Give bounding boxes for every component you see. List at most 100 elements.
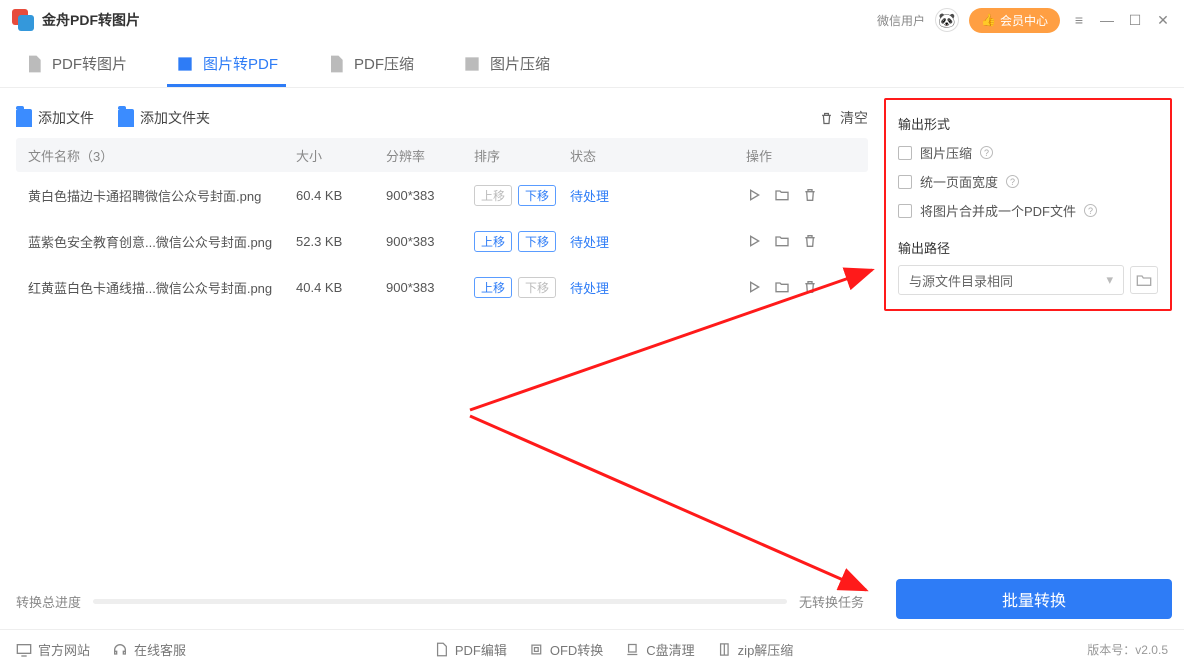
table-row: 黄白色描边卡通招聘微信公众号封面.png60.4 KB900*383上移下移待处… [16,172,868,218]
option-width[interactable]: 统一页面宽度 ? [898,172,1158,191]
add-file-label: 添加文件 [38,108,94,128]
cell-size: 52.3 KB [296,234,386,249]
vip-button[interactable]: 👍 会员中心 [969,8,1060,33]
image-icon [175,54,195,74]
output-panel: 输出形式 图片压缩 ? 统一页面宽度 ? 将图片合并成一个PDF文件 ? 输出路… [884,88,1184,618]
compress-icon [326,54,346,74]
checkbox[interactable] [898,204,912,218]
col-op: 操作 [746,146,856,165]
folder-icon [1136,273,1152,287]
table-row: 蓝紫色安全教育创意...微信公众号封面.png52.3 KB900*383上移下… [16,218,868,264]
convert-label: 批量转换 [1002,587,1066,611]
cell-state: 待处理 [570,281,609,296]
checkbox[interactable] [898,175,912,189]
help-icon[interactable]: ? [980,146,993,159]
col-state: 状态 [570,146,746,165]
footer: 官方网站 在线客服 PDF编辑 OFD转换 C盘清理 zip解压缩 版本号：v2.0.… [0,629,1184,669]
progress-track [93,599,787,604]
option-label: 图片压缩 [920,143,972,162]
move-up-button[interactable]: 上移 [474,277,512,298]
support-link[interactable]: 在线客服 [112,640,186,659]
progress-state: 无转换任务 [799,592,864,611]
folder-icon[interactable] [774,233,790,249]
tool-icon [434,642,449,657]
play-icon[interactable] [746,233,762,249]
tool-icon [529,642,544,657]
tab-label: PDF转图片 [52,53,127,74]
file-panel: 添加文件 添加文件夹 清空 文件名称（3） 大小 分辨率 排序 状态 操作 黄白… [0,88,884,618]
titlebar: 金舟PDF转图片 微信用户 🐼 👍 会员中心 ≡ — ☐ ✕ [0,0,1184,40]
move-down-button: 下移 [518,277,556,298]
official-site-link[interactable]: 官方网站 [16,640,90,659]
cell-state: 待处理 [570,189,609,204]
convert-button[interactable]: 批量转换 [896,579,1172,619]
pdf-icon [24,54,44,74]
col-size: 大小 [296,146,386,165]
footer-link[interactable]: C盘清理 [625,640,694,659]
checkbox[interactable] [898,146,912,160]
table-row: 红黄蓝白色卡通线描...微信公众号封面.png40.4 KB900*383上移下… [16,264,868,310]
add-folder-button[interactable]: 添加文件夹 [118,108,210,128]
tabs: PDF转图片 图片转PDF PDF压缩 图片压缩 [0,40,1184,88]
link-label: OFD转换 [550,640,603,659]
tab-image-compress[interactable]: 图片压缩 [454,40,558,87]
avatar-icon[interactable]: 🐼 [935,8,959,32]
cell-res: 900*383 [386,280,474,295]
folder-icon[interactable] [774,279,790,295]
footer-link[interactable]: OFD转换 [529,640,603,659]
move-down-button[interactable]: 下移 [518,185,556,206]
option-merge[interactable]: 将图片合并成一个PDF文件 ? [898,201,1158,220]
tab-pdf-to-image[interactable]: PDF转图片 [16,40,135,87]
path-value: 与源文件目录相同 [909,271,1013,290]
add-file-button[interactable]: 添加文件 [16,108,94,128]
option-compress[interactable]: 图片压缩 ? [898,143,1158,162]
browse-button[interactable] [1130,266,1158,294]
play-icon[interactable] [746,279,762,295]
move-up-button: 上移 [474,185,512,206]
tab-label: 图片转PDF [203,53,278,74]
close-icon[interactable]: ✕ [1154,11,1172,29]
progress-label: 转换总进度 [16,592,81,611]
file-icon [16,109,32,127]
folder-icon[interactable] [774,187,790,203]
output-format-title: 输出形式 [898,114,1158,133]
cell-res: 900*383 [386,188,474,203]
app-title: 金舟PDF转图片 [42,10,140,30]
cell-size: 60.4 KB [296,188,386,203]
add-folder-label: 添加文件夹 [140,108,210,128]
move-down-button[interactable]: 下移 [518,231,556,252]
table-body: 黄白色描边卡通招聘微信公众号封面.png60.4 KB900*383上移下移待处… [16,172,868,608]
output-path-select[interactable]: 与源文件目录相同 ▾ [898,265,1124,295]
cell-state: 待处理 [570,235,609,250]
clear-button[interactable]: 清空 [819,108,868,128]
tab-image-to-pdf[interactable]: 图片转PDF [167,40,286,87]
output-path-title: 输出路径 [898,238,1158,257]
minimize-icon[interactable]: — [1098,11,1116,29]
trash-icon[interactable] [802,233,818,249]
compress-icon [462,54,482,74]
help-icon[interactable]: ? [1084,204,1097,217]
monitor-icon [16,643,32,657]
footer-link[interactable]: zip解压缩 [717,640,794,659]
link-label: PDF编辑 [455,640,507,659]
cell-name: 蓝紫色安全教育创意...微信公众号封面.png [28,232,296,251]
trash-icon[interactable] [802,279,818,295]
menu-icon[interactable]: ≡ [1070,11,1088,29]
tab-label: PDF压缩 [354,53,414,74]
tab-label: 图片压缩 [490,53,550,74]
footer-link[interactable]: PDF编辑 [434,640,507,659]
trash-icon [819,111,834,126]
app-icon [12,9,34,31]
version-label: 版本号：v2.0.5 [1087,641,1168,658]
thumbs-up-icon: 👍 [981,13,996,27]
move-up-button[interactable]: 上移 [474,231,512,252]
col-res: 分辨率 [386,146,474,165]
tab-pdf-compress[interactable]: PDF压缩 [318,40,422,87]
chevron-down-icon: ▾ [1106,272,1113,288]
link-label: C盘清理 [646,640,694,659]
maximize-icon[interactable]: ☐ [1126,11,1144,29]
play-icon[interactable] [746,187,762,203]
link-label: 官方网站 [38,640,90,659]
help-icon[interactable]: ? [1006,175,1019,188]
trash-icon[interactable] [802,187,818,203]
